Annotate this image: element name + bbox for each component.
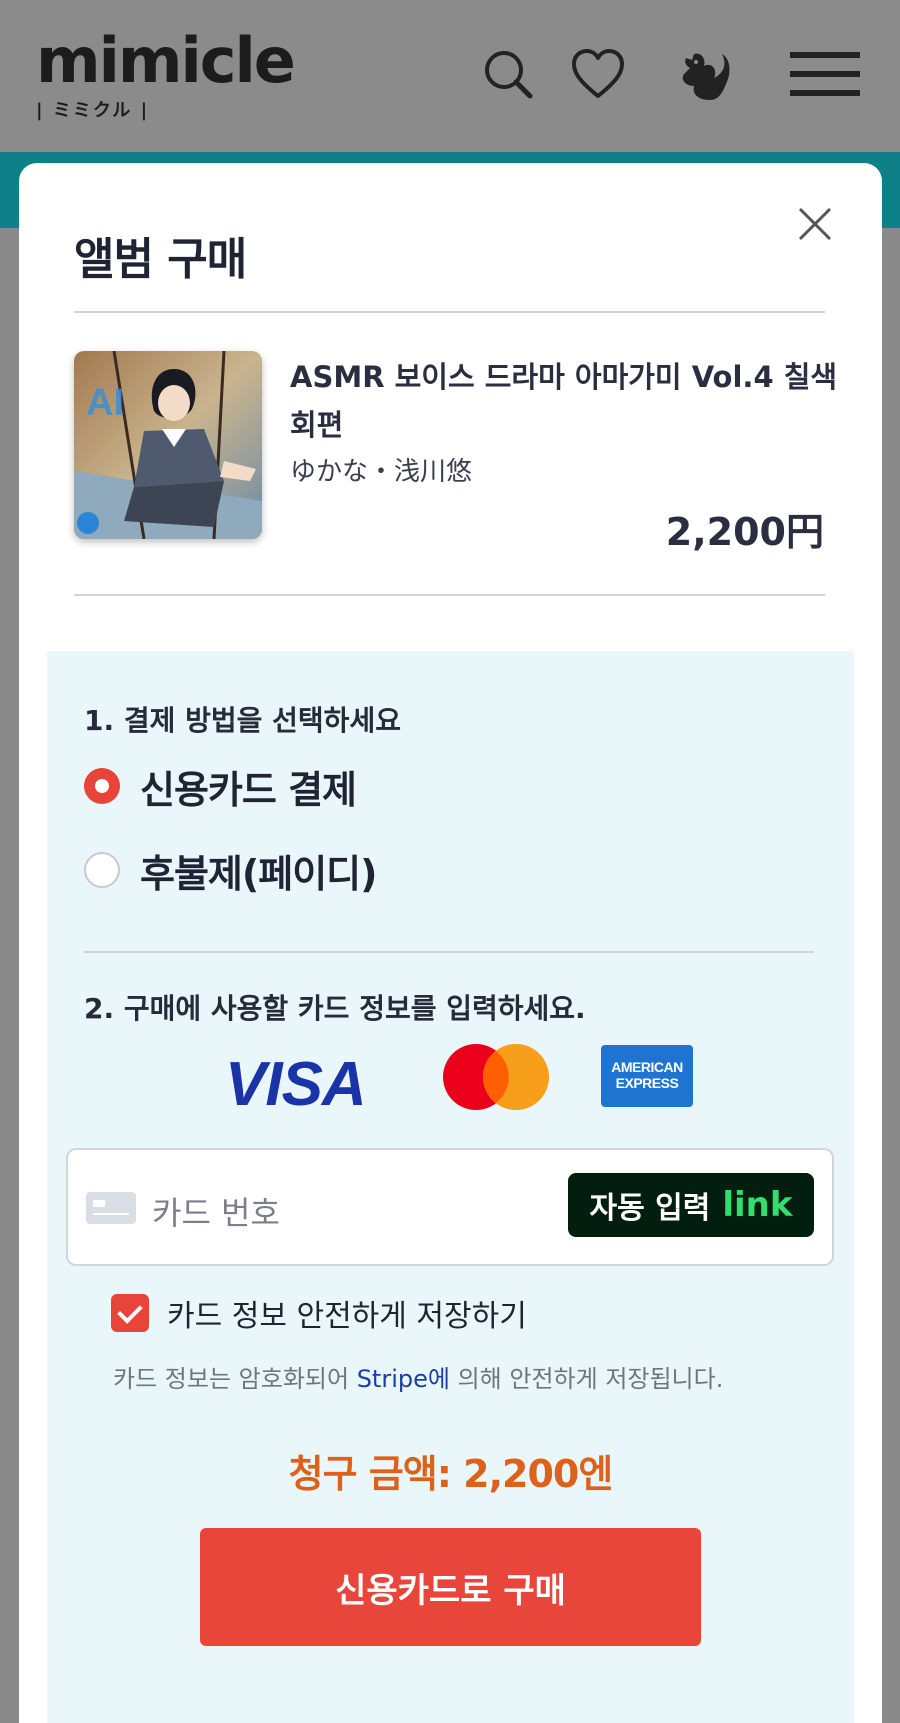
divider: [84, 951, 814, 953]
buy-with-credit-card-button[interactable]: 신용카드로 구매: [200, 1528, 701, 1646]
radio-unselected[interactable]: [84, 852, 120, 888]
site-header: mimicle | ミミクル |: [0, 0, 900, 152]
payment-option-label: 신용카드 결제: [140, 767, 357, 812]
visa-logo: VISA: [225, 1050, 367, 1119]
credit-card-icon: [86, 1192, 136, 1224]
payment-option-label: 후불제(페이디): [140, 851, 377, 896]
step2-label: 2. 구매에 사용할 카드 정보를 입력하세요.: [84, 992, 586, 1025]
purchase-modal: 앨범 구매 AI ASMR 보이스 드라마 아마가미 Vol.4 칠색 회편 ゆ…: [19, 163, 882, 1723]
card-number-placeholder: 카드 번호: [152, 1194, 280, 1232]
save-card-label: 카드 정보 안전하게 저장하기: [167, 1299, 527, 1334]
card-brand-logos: VISA AMERICAN EXPRESS: [47, 1043, 854, 1119]
autofill-label: 자동 입력: [589, 1191, 711, 1226]
stripe-link[interactable]: Stripe에: [357, 1365, 450, 1393]
heart-icon[interactable]: [568, 44, 628, 104]
divider: [74, 594, 825, 596]
search-icon[interactable]: [478, 44, 538, 104]
save-card-option[interactable]: 카드 정보 안전하게 저장하기: [111, 1293, 527, 1334]
payment-section: 1. 결제 방법을 선택하세요 신용카드 결제 후불제(페이디) 2. 구매에 …: [47, 651, 854, 1723]
card-number-field[interactable]: 카드 번호 자동 입력 link: [66, 1148, 834, 1266]
total-amount: 청구 금액: 2,200엔: [288, 1452, 614, 1496]
save-card-note: 카드 정보는 암호화되어 Stripe에 의해 안전하게 저장됩니다.: [113, 1359, 723, 1394]
payment-option-paidy[interactable]: 후불제(페이디): [84, 845, 377, 896]
divider: [74, 311, 825, 313]
album-cover-image: AI: [74, 351, 262, 539]
site-logo[interactable]: mimicle | ミミクル |: [36, 26, 306, 126]
step1-label: 1. 결제 방법을 선택하세요: [84, 704, 401, 737]
close-icon[interactable]: [796, 205, 834, 243]
album-title: ASMR 보이스 드라마 아마가미 Vol.4 칠색 회편: [290, 360, 838, 442]
link-autofill-button[interactable]: 자동 입력 link: [568, 1173, 814, 1237]
mastercard-logo: [440, 1043, 552, 1111]
logo-subtext: | ミミクル |: [36, 100, 150, 121]
hamburger-menu-icon[interactable]: [788, 44, 862, 104]
squirrel-icon[interactable]: [672, 44, 732, 104]
amex-line1: AMERICAN: [611, 1059, 683, 1075]
modal-title: 앨범 구매: [74, 234, 247, 285]
radio-selected[interactable]: [84, 768, 120, 804]
save-card-checkbox[interactable]: [111, 1294, 149, 1332]
note-text: 의해 안전하게 저장됩니다.: [449, 1365, 724, 1393]
payment-option-credit-card[interactable]: 신용카드 결제: [84, 761, 357, 812]
album-cover-badge: AI: [86, 382, 124, 424]
note-text: 카드 정보는 암호화되어: [113, 1365, 357, 1393]
amex-logo: AMERICAN EXPRESS: [601, 1045, 693, 1107]
link-logo: link: [722, 1185, 793, 1225]
album-price: 2,200円: [665, 510, 824, 554]
album-artist: ゆかな・浅川悠: [290, 457, 473, 487]
logo-text: mimicle: [36, 24, 296, 97]
amex-line2: EXPRESS: [615, 1075, 679, 1091]
